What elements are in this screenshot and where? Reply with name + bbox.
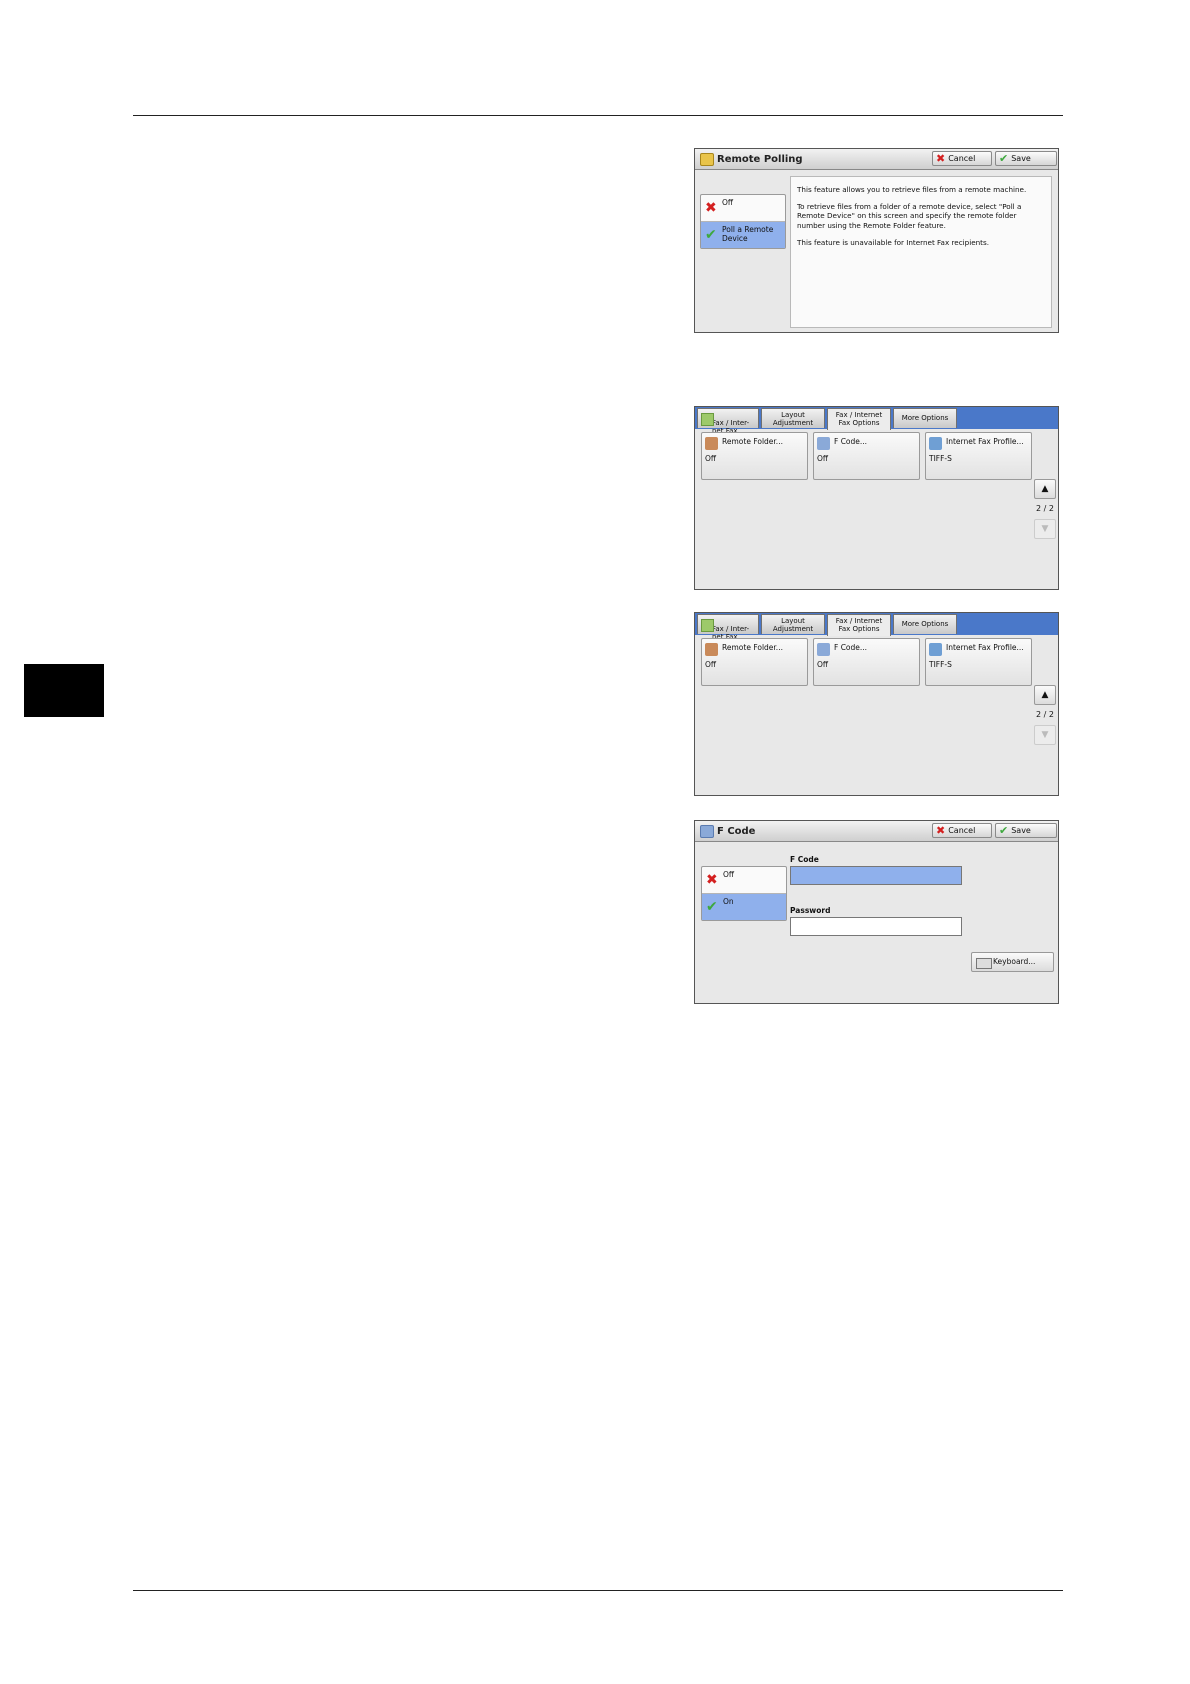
tab-more-options[interactable]: More Options <box>893 614 957 634</box>
cancel-button[interactable]: ✖ Cancel <box>932 823 992 838</box>
top-rule <box>133 115 1063 116</box>
tab-fax-internet-fax-options[interactable]: Fax / Internet Fax Options <box>827 408 891 430</box>
tab-fax-internet-fax-options[interactable]: Fax / Internet Fax Options <box>827 614 891 636</box>
remote-folder-button[interactable]: Remote Folder... Off <box>701 432 808 480</box>
option-poll-remote-device[interactable]: ✔ Poll a Remote Device <box>701 222 785 248</box>
x-icon: ✖ <box>705 200 717 216</box>
option-off[interactable]: ✖ Off <box>701 195 785 222</box>
x-icon: ✖ <box>936 824 946 837</box>
internet-fax-profile-button[interactable]: Internet Fax Profile... TIFF-S <box>925 638 1032 686</box>
keyboard-icon <box>976 958 992 969</box>
option-on[interactable]: ✔ On <box>702 894 786 920</box>
arrow-up-icon: ▲ <box>1041 484 1049 494</box>
arrow-down-icon: ▼ <box>1041 730 1049 740</box>
fcode-label: F Code <box>790 855 819 864</box>
cancel-button[interactable]: ✖ Cancel <box>932 151 992 166</box>
x-icon: ✖ <box>706 872 718 888</box>
fax-icon <box>701 619 714 632</box>
scroll-up-button[interactable]: ▲ <box>1034 479 1056 499</box>
dialog-header: Remote Polling ✖ Cancel ✔ Save <box>695 149 1058 170</box>
internet-fax-profile-button[interactable]: Internet Fax Profile... TIFF-S <box>925 432 1032 480</box>
tab-more-options[interactable]: More Options <box>893 408 957 428</box>
profile-icon <box>929 643 942 656</box>
scroll-down-button[interactable]: ▼ <box>1034 725 1056 745</box>
option-list: ✖ Off ✔ Poll a Remote Device <box>700 194 786 249</box>
tab-fax-internet-fax[interactable]: Fax / Inter- net Fax <box>697 408 759 435</box>
fcode-input[interactable] <box>790 866 962 885</box>
fcode-screenshot: F Code ✖ Cancel ✔ Save ✖ Off ✔ On F Code… <box>694 820 1059 1004</box>
check-icon: ✔ <box>999 152 1009 165</box>
page-indicator: 2 / 2 <box>1036 710 1054 719</box>
fcode-button[interactable]: F Code... Off <box>813 432 920 480</box>
password-label: Password <box>790 906 831 915</box>
fax-icon <box>701 413 714 426</box>
page-indicator: 2 / 2 <box>1036 504 1054 513</box>
fcode-icon <box>817 437 830 450</box>
dialog-title: F Code <box>717 825 756 837</box>
check-icon: ✔ <box>999 824 1009 837</box>
remote-polling-screenshot: Remote Polling ✖ Cancel ✔ Save ✖ Off ✔ P… <box>694 148 1059 333</box>
description-line: This feature allows you to retrieve file… <box>797 185 1027 194</box>
save-button[interactable]: ✔ Save <box>995 823 1057 838</box>
fax-options-screenshot-2: Fax / Inter- net Fax Layout Adjustment F… <box>694 612 1059 796</box>
x-icon: ✖ <box>936 152 946 165</box>
chapter-tab-marker <box>24 664 104 717</box>
password-input[interactable] <box>790 917 962 936</box>
description-line: This feature is unavailable for Internet… <box>797 237 990 247</box>
fcode-icon <box>817 643 830 656</box>
person-folder-icon <box>705 643 718 656</box>
scroll-down-button[interactable]: ▼ <box>1034 519 1056 539</box>
scroll-up-button[interactable]: ▲ <box>1034 685 1056 705</box>
fax-options-screenshot-1: Fax / Inter- net Fax Layout Adjustment F… <box>694 406 1059 590</box>
bottom-rule <box>133 1590 1063 1591</box>
fcode-button[interactable]: F Code... Off <box>813 638 920 686</box>
dialog-header: F Code ✖ Cancel ✔ Save <box>695 821 1058 842</box>
tab-fax-internet-fax[interactable]: Fax / Inter- net Fax <box>697 614 759 641</box>
dialog-title: Remote Polling <box>717 153 803 165</box>
tab-bar: Fax / Inter- net Fax Layout Adjustment F… <box>695 613 1058 641</box>
description-line: To retrieve files from a folder of a rem… <box>797 202 1022 230</box>
tab-bar: Fax / Inter- net Fax Layout Adjustment F… <box>695 407 1058 435</box>
profile-icon <box>929 437 942 450</box>
option-list: ✖ Off ✔ On <box>701 866 787 921</box>
check-icon: ✔ <box>706 899 718 915</box>
keyboard-button[interactable]: Keyboard... <box>971 952 1054 972</box>
arrow-down-icon: ▼ <box>1041 524 1049 534</box>
tab-layout-adjustment[interactable]: Layout Adjustment <box>761 614 825 634</box>
description-box: This feature allows you to retrieve file… <box>790 176 1052 328</box>
option-off[interactable]: ✖ Off <box>702 867 786 894</box>
remote-polling-icon <box>700 152 714 166</box>
tab-layout-adjustment[interactable]: Layout Adjustment <box>761 408 825 428</box>
remote-folder-button[interactable]: Remote Folder... Off <box>701 638 808 686</box>
arrow-up-icon: ▲ <box>1041 690 1049 700</box>
save-button[interactable]: ✔ Save <box>995 151 1057 166</box>
person-folder-icon <box>705 437 718 450</box>
check-icon: ✔ <box>705 227 717 243</box>
fcode-icon <box>700 824 714 838</box>
